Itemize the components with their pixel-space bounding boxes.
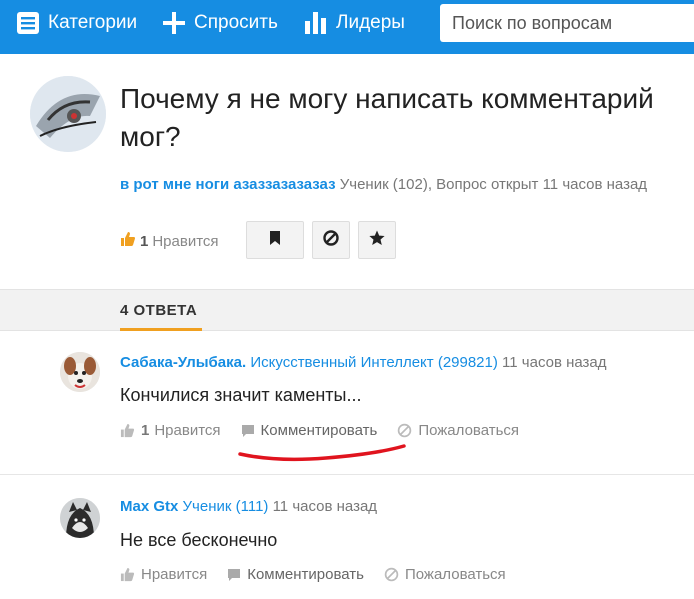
bookmark-button[interactable] — [246, 221, 304, 259]
nav-ask-label: Спросить — [194, 12, 278, 33]
answer-2-report-label: Пожаловаться — [404, 566, 506, 583]
answer-1-text: Кончилися значит каменты... — [120, 385, 362, 405]
question-meta: в рот мне ноги азаззазазазаз Ученик (102… — [120, 176, 647, 193]
answer-2-meta: Max Gtx Ученик (111) 11 часов назад — [120, 498, 377, 515]
block-icon — [323, 229, 339, 251]
answer-2-report-button[interactable]: Пожаловаться — [384, 566, 506, 583]
search-input[interactable]: Поиск по вопросам — [440, 4, 694, 42]
question-author-link[interactable]: в рот мне ноги азаззазазазаз — [120, 176, 336, 193]
thumbs-up-icon — [120, 231, 136, 251]
answers-count-tab[interactable]: 4 ОТВЕТА — [120, 302, 197, 319]
question-likes-count: 1 — [140, 232, 149, 250]
answer-1-rank[interactable]: Искусственный Интеллект (299821) — [250, 354, 498, 371]
answer-2-like-label: Нравится — [141, 566, 208, 583]
answer-1-time: 11 часов назад — [502, 354, 607, 371]
answer-2-like-button[interactable]: Нравится — [120, 566, 207, 583]
answer-2-rank[interactable]: Ученик (111) — [183, 498, 269, 515]
star-button[interactable] — [358, 221, 396, 259]
answer-2-comment-label: Комментировать — [247, 566, 364, 583]
thumbs-up-icon — [120, 423, 135, 438]
answer-2-time: 11 часов назад — [272, 498, 378, 515]
answer-2-actions: Нравится Комментировать Пожаловаться — [120, 566, 526, 583]
answer-2-avatar[interactable] — [60, 498, 100, 538]
question-likes-label: Нравится — [152, 232, 219, 250]
nav-categories[interactable]: Категории — [16, 0, 137, 46]
answer-1-like-label: Нравится — [154, 422, 221, 439]
bar-chart-icon — [304, 11, 328, 35]
answer-1-like-button[interactable]: 1 Нравится — [120, 422, 221, 439]
answer-2-comment-button[interactable]: Комментировать — [227, 566, 364, 583]
list-icon — [16, 11, 40, 35]
top-nav-bar: Категории Спросить Лидеры Поиск по вопро… — [0, 0, 694, 54]
bookmark-icon — [269, 230, 281, 250]
answers-header-band — [0, 289, 694, 331]
answer-1-report-button[interactable]: Пожаловаться — [397, 422, 519, 439]
answer-1-meta: Сабака-Улыбака. Искусственный Интеллект … — [120, 354, 607, 371]
answers-tab-underline — [120, 328, 202, 331]
question-like-button[interactable]: 1 Нравится — [120, 231, 219, 251]
plus-icon — [162, 11, 186, 35]
red-underline-annotation — [238, 444, 406, 462]
report-icon — [384, 567, 399, 582]
nav-leaders-label: Лидеры — [336, 12, 405, 33]
answer-1-avatar[interactable] — [60, 352, 100, 392]
thumbs-up-icon — [120, 567, 135, 582]
search-placeholder: Поиск по вопросам — [452, 12, 613, 33]
nav-categories-label: Категории — [48, 12, 138, 33]
answer-1-author-link[interactable]: Сабака-Улыбака. — [120, 354, 246, 371]
answer-2-author-link[interactable]: Max Gtx — [120, 498, 178, 515]
question-meta-text: Ученик (102), Вопрос открыт 11 часов наз… — [339, 176, 648, 193]
question-author-avatar[interactable] — [30, 76, 106, 152]
answer-2-text: Не все бесконечно — [120, 530, 278, 550]
answer-1-report-label: Пожаловаться — [418, 422, 520, 439]
answer-1-likes-count: 1 — [141, 422, 150, 439]
nav-leaders[interactable]: Лидеры — [304, 0, 405, 46]
star-icon — [369, 230, 385, 251]
comment-icon — [228, 568, 241, 581]
question-title: Почему я не могу написать комментарий мо… — [120, 83, 654, 152]
nav-ask[interactable]: Спросить — [162, 0, 278, 46]
answer-divider — [0, 474, 694, 475]
block-button[interactable] — [312, 221, 350, 259]
